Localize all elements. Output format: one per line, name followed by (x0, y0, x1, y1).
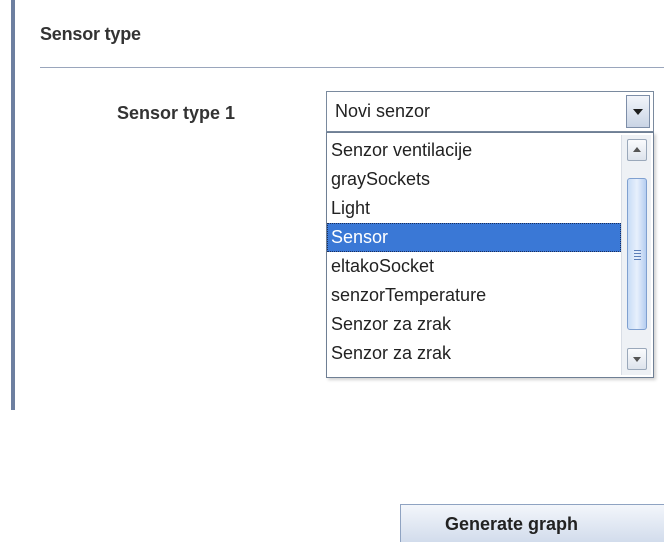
chevron-down-icon[interactable] (626, 95, 650, 128)
option-item[interactable]: senzorTemperature (327, 281, 621, 310)
sensor-type-label: Sensor type 1 (117, 103, 236, 123)
grip-line (634, 256, 641, 257)
scrollbar-thumb[interactable] (627, 178, 647, 330)
sensor-type-combobox[interactable]: Novi senzor (326, 91, 654, 132)
section-divider (40, 67, 664, 68)
option-item[interactable]: Light (327, 194, 621, 223)
dropdown-scrollbar[interactable] (621, 135, 651, 375)
option-item[interactable]: graySockets (327, 165, 621, 194)
arrow-up-icon[interactable] (627, 139, 647, 161)
option-list: Senzor ventilacije graySockets Light Sen… (327, 133, 621, 368)
arrow-down-icon[interactable] (627, 348, 647, 370)
left-border-bar (11, 0, 15, 410)
combo-selected-value: Novi senzor (335, 101, 431, 121)
sensor-settings-panel: Sensor type Sensor type 1 Novi senzor Se… (0, 0, 664, 542)
generate-graph-button[interactable]: Generate graph (400, 504, 664, 542)
option-item[interactable]: Senzor za zrak (327, 339, 621, 368)
grip-line (634, 250, 641, 251)
option-item-selected[interactable]: Sensor (327, 223, 621, 252)
grip-line (634, 253, 641, 254)
grip-line (634, 259, 641, 260)
option-item[interactable]: Senzor ventilacije (327, 136, 621, 165)
section-title: Sensor type (40, 24, 141, 44)
sensor-type-dropdown-list[interactable]: Senzor ventilacije graySockets Light Sen… (326, 132, 654, 378)
option-item[interactable]: eltakoSocket (327, 252, 621, 281)
option-item[interactable]: Senzor za zrak (327, 310, 621, 339)
